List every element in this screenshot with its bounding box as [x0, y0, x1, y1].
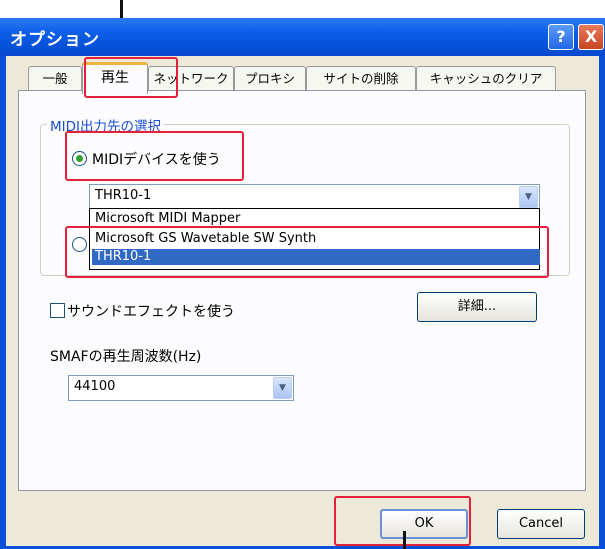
highlight-box-midi-device: [65, 131, 244, 181]
smaf-frequency-value: 44100: [74, 379, 116, 394]
sound-effect-label[interactable]: サウンドエフェクトを使う: [67, 301, 235, 321]
callout-line-bottom: [403, 531, 406, 549]
details-button[interactable]: 詳細...: [417, 292, 537, 322]
cancel-button[interactable]: Cancel: [497, 509, 585, 539]
highlight-box-tab: [84, 57, 178, 98]
sound-effect-checkbox[interactable]: [50, 303, 65, 318]
tab-general[interactable]: 一般: [28, 66, 82, 91]
help-button[interactable]: ?: [548, 24, 574, 50]
smaf-frequency-dropdown[interactable]: 44100 ▼: [68, 375, 294, 401]
tab-delete-site[interactable]: サイトの削除: [306, 66, 416, 91]
chevron-down-icon[interactable]: ▼: [519, 186, 538, 208]
close-button[interactable]: X: [578, 24, 604, 50]
smaf-frequency-label: SMAFの再生周波数(Hz): [50, 349, 202, 365]
midi-device-dropdown[interactable]: THR10-1 ▼: [89, 184, 540, 210]
tab-clear-cache[interactable]: キャッシュのクリア: [416, 66, 556, 91]
dropdown-option[interactable]: Microsoft MIDI Mapper: [92, 211, 540, 227]
window-title: オプション: [10, 30, 100, 50]
highlight-box-device-list: [65, 226, 549, 278]
tab-proxy[interactable]: プロキシ: [234, 66, 306, 91]
midi-device-value: THR10-1: [95, 188, 152, 203]
chevron-down-icon[interactable]: ▼: [273, 377, 292, 399]
